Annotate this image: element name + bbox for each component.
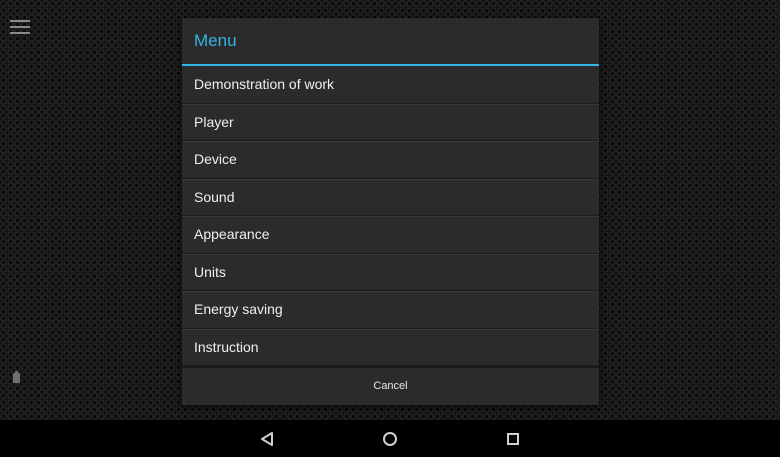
menu-list[interactable]: Demonstration of work Player Device Soun… (182, 66, 599, 366)
menu-item-device[interactable]: Device (182, 141, 599, 179)
menu-item-units[interactable]: Units (182, 254, 599, 291)
cancel-button[interactable]: Cancel (182, 368, 599, 404)
dialog-footer: Cancel (182, 366, 599, 404)
home-circle-icon[interactable] (380, 429, 400, 449)
hamburger-menu-icon[interactable] (10, 20, 30, 34)
menu-item-instruction[interactable]: Instruction (182, 329, 599, 366)
menu-item-sound[interactable]: Sound (182, 179, 599, 216)
menu-item-player[interactable]: Player (182, 104, 599, 141)
battery-icon (13, 371, 20, 383)
menu-item-appearance[interactable]: Appearance (182, 216, 599, 254)
recent-apps-square-icon[interactable] (503, 429, 523, 449)
menu-item-energy-saving[interactable]: Energy saving (182, 291, 599, 329)
dialog-title: Menu (182, 18, 599, 66)
menu-item-demonstration-of-work[interactable]: Demonstration of work (182, 66, 599, 104)
back-triangle-icon[interactable] (257, 429, 277, 449)
menu-dialog: Menu Demonstration of work Player Device… (182, 18, 599, 405)
navigation-bar (0, 420, 780, 457)
